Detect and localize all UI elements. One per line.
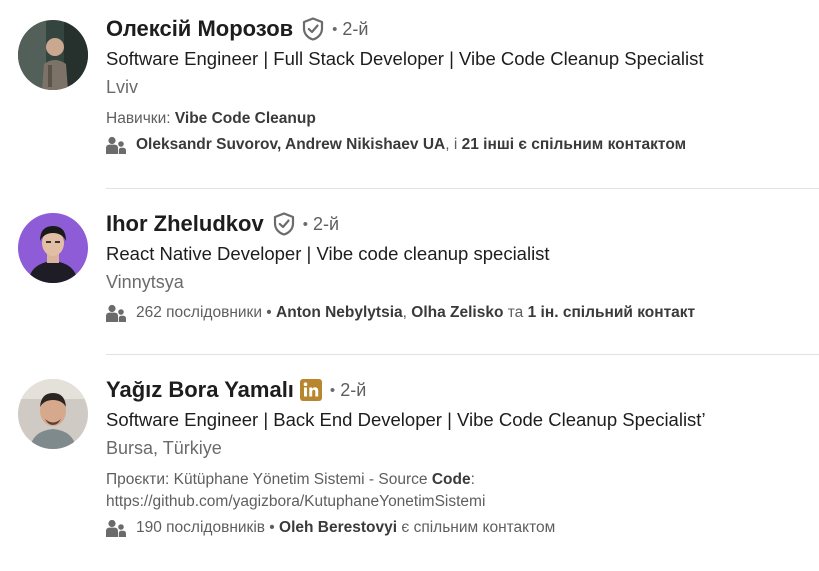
separator-dot: • bbox=[329, 381, 336, 399]
avatar[interactable] bbox=[18, 213, 88, 283]
profile-name[interactable]: Олексій Морозов bbox=[106, 16, 293, 42]
followers-and-mutual: 190 послідовників • Oleh Berestovyi є сп… bbox=[106, 519, 809, 537]
separator-bullet: • bbox=[261, 304, 277, 321]
skills-label: Навички: bbox=[106, 110, 175, 127]
projects-line: Проєкти: Kütüphane Yönetim Sistemi - Sou… bbox=[106, 469, 809, 491]
mutual-suffix: є спільним контактом bbox=[397, 519, 556, 536]
linkedin-premium-icon bbox=[299, 379, 322, 401]
separator-bullet: • bbox=[265, 519, 280, 536]
projects-bold: Code bbox=[431, 471, 471, 488]
mutual-separator: , і bbox=[445, 136, 462, 153]
verified-shield-icon bbox=[273, 212, 295, 236]
followers-count: 262 послідовники bbox=[136, 304, 262, 321]
divider bbox=[106, 188, 819, 189]
profile-location: Lviv bbox=[106, 77, 139, 97]
profile-name[interactable]: Ihor Zheludkov bbox=[106, 211, 264, 237]
followers-count: 190 послідовників bbox=[136, 519, 265, 536]
connection-degree: 2-й bbox=[342, 18, 369, 39]
verified-shield-icon bbox=[302, 17, 324, 41]
mutual-names[interactable]: Oleksandr Suvorov, Andrew Nikishaev UA bbox=[136, 136, 445, 154]
projects-suffix: : bbox=[470, 471, 475, 488]
profile-headline: Software Engineer | Back End Developer |… bbox=[106, 409, 706, 430]
connection-degree: 2-й bbox=[340, 379, 367, 400]
people-icon bbox=[106, 136, 126, 154]
separator-dot: • bbox=[302, 215, 308, 233]
project-url: https://github.com/yagizbora/KutuphaneYo… bbox=[106, 493, 486, 510]
profile-headline: React Native Developer | Vibe code clean… bbox=[106, 243, 550, 264]
mutual-separator: , bbox=[402, 304, 412, 321]
mutual-name-1[interactable]: Anton Nebylytsia bbox=[276, 304, 403, 322]
people-icon bbox=[106, 519, 126, 537]
avatar-photo bbox=[18, 379, 88, 449]
mutual-name-2[interactable]: Olha Zelisko bbox=[411, 304, 503, 322]
skills-value: Vibe Code Cleanup bbox=[174, 110, 316, 127]
mutual-others[interactable]: 1 ін. спільний контакт bbox=[528, 304, 696, 322]
connection-degree: 2-й bbox=[312, 213, 340, 234]
followers-and-mutual: 262 послідовники • Anton Nebylytsia, Olh… bbox=[106, 304, 809, 322]
avatar-photo bbox=[18, 213, 88, 283]
mutual-connections[interactable]: Oleksandr Suvorov, Andrew Nikishaev UA, … bbox=[106, 136, 809, 154]
avatar[interactable] bbox=[18, 20, 88, 90]
divider bbox=[106, 354, 819, 355]
mutual-separator: та bbox=[503, 304, 528, 321]
mutual-suffix: є спільним контактом bbox=[514, 136, 687, 153]
profile-headline: Software Engineer | Full Stack Developer… bbox=[106, 48, 704, 69]
avatar[interactable] bbox=[18, 379, 88, 449]
profile-name[interactable]: Yağız Bora Yamalı bbox=[106, 377, 294, 403]
avatar-photo bbox=[18, 20, 88, 90]
people-icon bbox=[106, 304, 126, 322]
separator-dot: • bbox=[332, 20, 338, 38]
skills-line: Навички: Vibe Code Cleanup bbox=[106, 108, 809, 130]
mutual-others[interactable]: 21 інші bbox=[462, 136, 514, 154]
mutual-name[interactable]: Oleh Berestovyi bbox=[279, 519, 397, 537]
projects-text: Проєкти: Kütüphane Yönetim Sistemi - Sou… bbox=[106, 471, 432, 488]
profile-location: Vinnytsya bbox=[106, 272, 184, 292]
profile-location: Bursa, Türkiye bbox=[106, 438, 222, 458]
